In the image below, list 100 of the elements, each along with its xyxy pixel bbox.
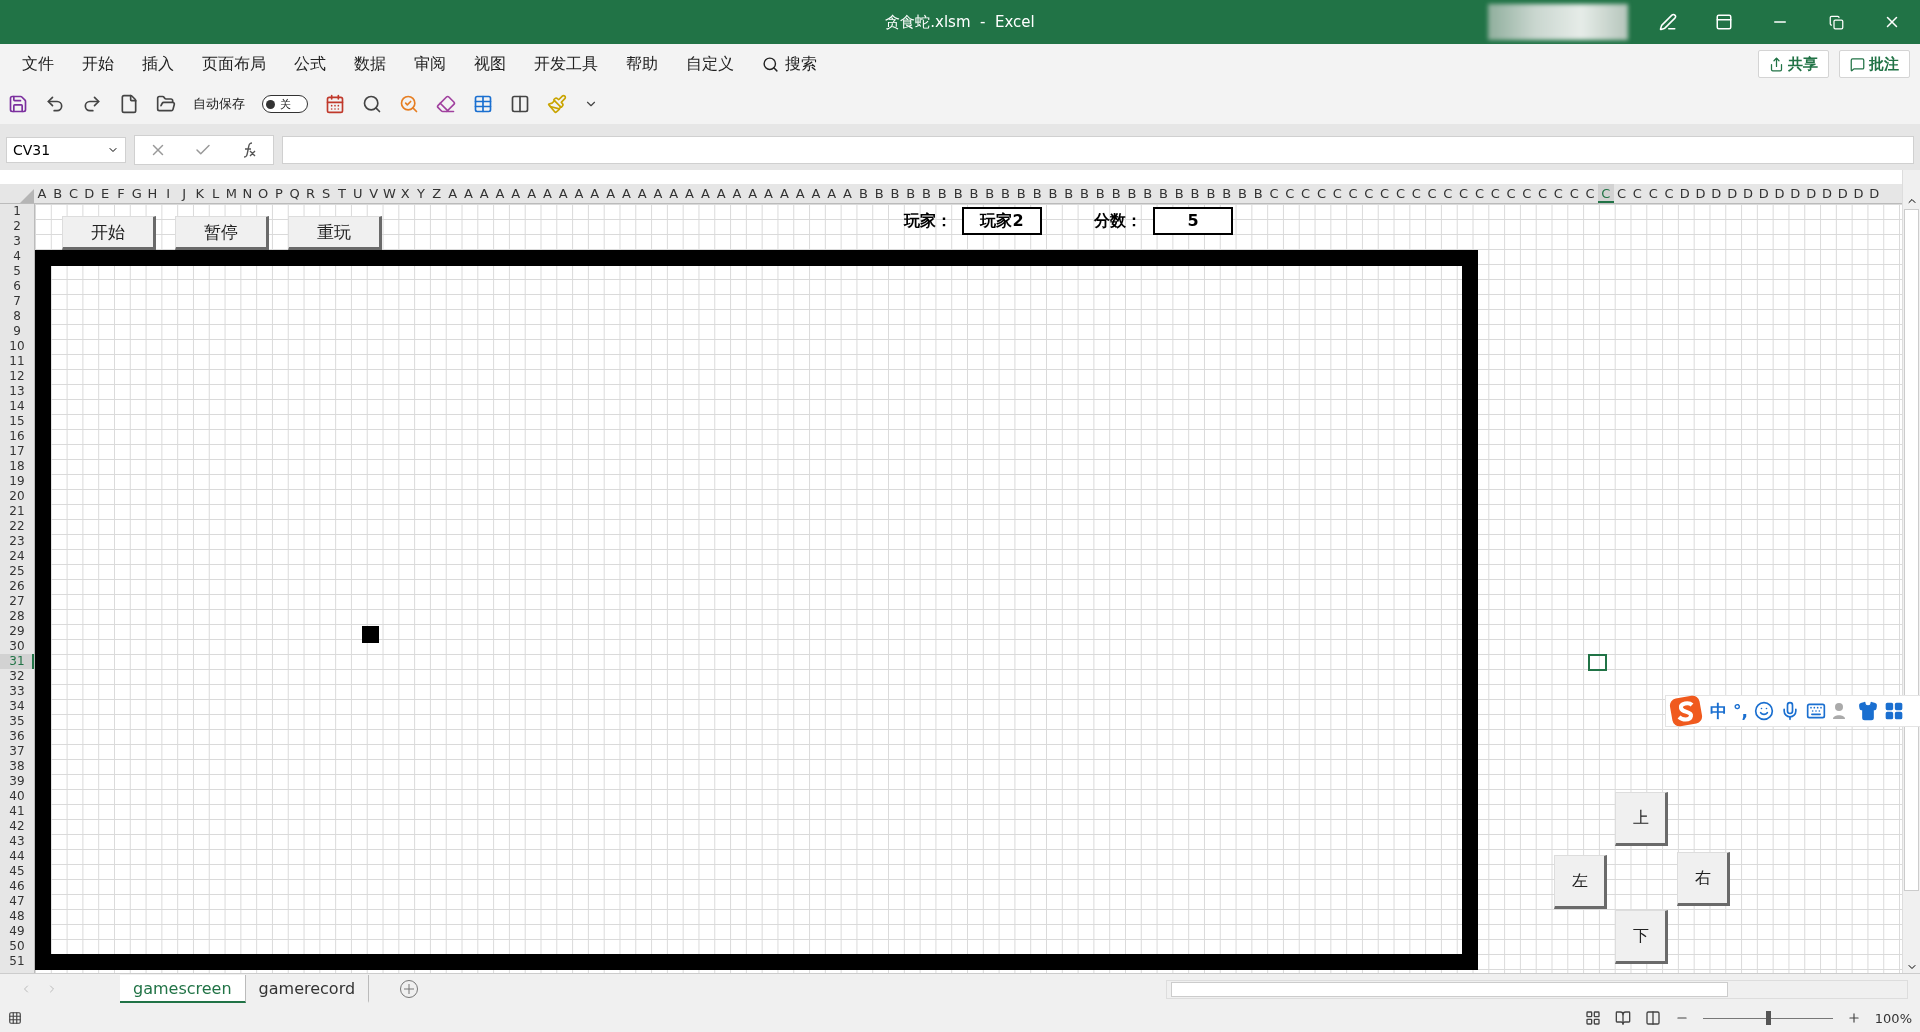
share-button[interactable]: 共享 [1758, 50, 1829, 78]
column-header[interactable]: S [318, 184, 335, 203]
column-header[interactable]: C [65, 184, 82, 203]
column-header[interactable]: C [1661, 184, 1677, 203]
row-header[interactable]: 31 [0, 654, 34, 669]
menu-tab[interactable]: 数据 [340, 48, 400, 80]
pen-icon[interactable] [1659, 13, 1677, 31]
fill-color-icon[interactable] [547, 94, 567, 114]
calendar-icon[interactable] [325, 94, 345, 114]
row-header[interactable]: 34 [0, 699, 34, 714]
emoji-icon[interactable] [1753, 701, 1774, 721]
row-header[interactable]: 28 [0, 609, 34, 624]
column-header[interactable]: B [1218, 184, 1235, 203]
column-header[interactable]: B [1108, 184, 1124, 203]
row-header[interactable]: 15 [0, 414, 34, 429]
eraser-icon[interactable] [436, 94, 456, 114]
new-file-icon[interactable] [119, 94, 139, 114]
column-header[interactable]: J [176, 184, 192, 203]
sheet-tab[interactable]: gamescreen [120, 975, 246, 1003]
row-header[interactable]: 25 [0, 564, 34, 579]
search-button[interactable]: 搜索 [748, 48, 831, 80]
open-folder-icon[interactable] [156, 94, 176, 114]
row-header[interactable]: 40 [0, 789, 34, 804]
column-header[interactable]: A [523, 184, 540, 203]
row-header[interactable]: 50 [0, 939, 34, 954]
row-header[interactable]: 6 [0, 279, 34, 294]
column-header[interactable]: E [97, 184, 113, 203]
row-header[interactable]: 42 [0, 819, 34, 834]
column-header[interactable]: B [1171, 184, 1188, 203]
column-header[interactable]: A [744, 184, 761, 203]
column-header[interactable]: B [1029, 184, 1045, 203]
column-header[interactable]: B [1045, 184, 1061, 203]
column-header[interactable]: D [1724, 184, 1741, 203]
row-header[interactable]: 3 [0, 234, 34, 249]
row-header[interactable]: 30 [0, 639, 34, 654]
row-header[interactable]: 20 [0, 489, 34, 504]
column-header[interactable]: C [1297, 184, 1314, 203]
row-header[interactable]: 22 [0, 519, 34, 534]
ime-mode[interactable]: 中 [1710, 699, 1727, 723]
column-header[interactable]: B [1202, 184, 1219, 203]
column-header[interactable]: D [1771, 184, 1788, 203]
row-header[interactable]: 1 [0, 204, 34, 219]
column-header[interactable]: A [792, 184, 809, 203]
column-header[interactable]: D [1834, 184, 1851, 203]
menu-tab[interactable]: 开发工具 [520, 48, 612, 80]
column-header[interactable]: Z [428, 184, 445, 203]
menu-tab[interactable]: 公式 [280, 48, 340, 80]
comment-button[interactable]: 批注 [1839, 50, 1910, 78]
column-header[interactable]: C [1408, 184, 1425, 203]
column-header[interactable]: A [665, 184, 682, 203]
column-header[interactable]: B [1092, 184, 1109, 203]
column-header[interactable]: O [255, 184, 271, 203]
row-header[interactable]: 36 [0, 729, 34, 744]
row-header[interactable]: 8 [0, 309, 34, 324]
column-header[interactable]: C [1518, 184, 1535, 203]
row-header[interactable]: 29 [0, 624, 34, 639]
column-header[interactable]: C [1345, 184, 1361, 203]
row-header[interactable]: 24 [0, 549, 34, 564]
column-header[interactable]: C [1503, 184, 1519, 203]
column-header[interactable]: R [302, 184, 319, 203]
row-header[interactable]: 47 [0, 894, 34, 909]
column-header[interactable]: C [1471, 184, 1488, 203]
row-header[interactable]: 35 [0, 714, 34, 729]
column-header[interactable]: C [1392, 184, 1409, 203]
menu-tab[interactable]: 视图 [460, 48, 520, 80]
horizontal-scrollbar[interactable] [1166, 979, 1908, 999]
row-header[interactable]: 16 [0, 429, 34, 444]
row-header[interactable]: 17 [0, 444, 34, 459]
column-header[interactable]: C [1329, 184, 1346, 203]
column-header[interactable]: C [1266, 184, 1282, 203]
restore-icon[interactable] [1828, 14, 1844, 30]
column-header[interactable]: A [586, 184, 603, 203]
row-header[interactable]: 7 [0, 294, 34, 309]
column-header[interactable]: D [1787, 184, 1804, 203]
column-header[interactable]: C [1487, 184, 1504, 203]
keyboard-icon[interactable] [1805, 701, 1826, 721]
column-header[interactable]: A [713, 184, 730, 203]
column-header[interactable]: B [997, 184, 1014, 203]
menu-tab[interactable]: 自定义 [672, 48, 748, 80]
row-header[interactable]: 48 [0, 909, 34, 924]
row-header[interactable]: 41 [0, 804, 34, 819]
column-header[interactable]: D [81, 184, 98, 203]
column-header[interactable]: W [381, 184, 398, 203]
column-header[interactable]: C [1455, 184, 1472, 203]
column-header[interactable]: B [1060, 184, 1077, 203]
column-header[interactable]: P [270, 184, 287, 203]
search-icon[interactable] [362, 94, 382, 114]
column-header[interactable]: A [34, 184, 50, 203]
row-header[interactable]: 14 [0, 399, 34, 414]
game-button[interactable]: 暂停 [175, 216, 269, 250]
row-header[interactable]: 5 [0, 264, 34, 279]
menu-tab[interactable]: 审阅 [400, 48, 460, 80]
direction-button[interactable]: 上 [1615, 792, 1668, 846]
column-header[interactable]: L [207, 184, 224, 203]
row-header[interactable]: 18 [0, 459, 34, 474]
row-header[interactable]: 26 [0, 579, 34, 594]
column-header[interactable]: B [1234, 184, 1251, 203]
game-button[interactable]: 重玩 [288, 216, 382, 250]
row-header[interactable]: 37 [0, 744, 34, 759]
direction-button[interactable]: 左 [1554, 855, 1607, 909]
